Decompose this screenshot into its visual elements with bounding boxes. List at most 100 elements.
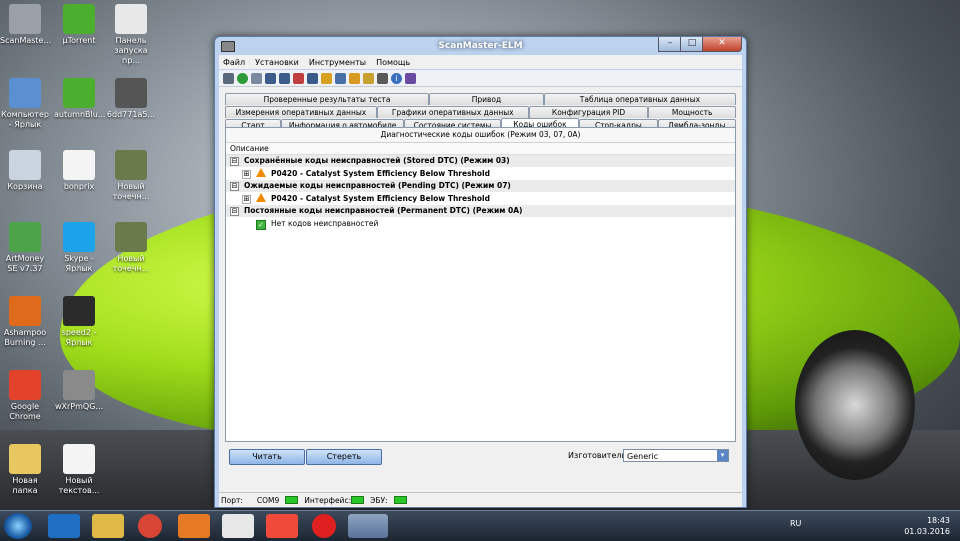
close-button[interactable]: ✕: [702, 37, 742, 52]
group-permanent-dtc[interactable]: ⊟ Постоянные коды неисправностей (Permane…: [226, 205, 735, 218]
tab-live-data-graphs[interactable]: Графики оперативных данных: [376, 106, 529, 118]
document-icon[interactable]: [251, 72, 262, 84]
tab-live-data-measurements[interactable]: Измерения оперативных данных: [225, 106, 377, 118]
desktop-icon[interactable]: Новый точечн...: [106, 150, 156, 202]
desktop-icon[interactable]: ArtMoney SE v7.37: [0, 222, 50, 274]
no-codes-text: Нет кодов неисправностей: [271, 219, 379, 228]
desktop-icon-label: Skype - Ярлык: [64, 254, 94, 273]
chart-icon[interactable]: [293, 72, 304, 84]
desktop-icon[interactable]: µTorrent: [54, 4, 104, 46]
desktop-icon[interactable]: bonprix: [54, 150, 104, 192]
toolbar: i: [219, 70, 742, 87]
desktop-icon[interactable]: Новая папка: [0, 444, 50, 496]
desktop-icon[interactable]: Корзина: [0, 150, 50, 192]
desktop-icon[interactable]: wXrPmQG...: [54, 370, 104, 412]
desktop-icon-label: Google Chrome: [9, 402, 41, 421]
status-bar: Порт: COM9 Интерфейс: ЭБУ:: [219, 492, 742, 507]
port-led: [285, 496, 299, 504]
desktop-icon-image: [9, 444, 41, 474]
monitor-icon[interactable]: [335, 72, 346, 84]
desktop-icon[interactable]: Skype - Ярлык: [54, 222, 104, 274]
yandex-browser-taskbar-icon[interactable]: [312, 514, 336, 538]
desktop-icon-image: [63, 4, 95, 34]
port-value: COM9: [256, 495, 280, 505]
launcher-taskbar-icon[interactable]: [222, 514, 254, 538]
group-stored-dtc[interactable]: ⊟ Сохранённые коды неисправностей (Stored…: [226, 155, 735, 168]
ie-taskbar-icon[interactable]: [48, 514, 80, 538]
desktop-icon-label: bonprix: [63, 182, 95, 191]
desktop-icon-label: Панель запуска пр...: [114, 36, 148, 65]
column-description[interactable]: Описание: [226, 143, 735, 155]
exit-icon[interactable]: [405, 72, 416, 84]
desktop-icon-image: [9, 4, 41, 34]
freeze-frame-icon[interactable]: [321, 72, 332, 84]
desktop-icon-image: [9, 150, 41, 180]
desktop-icon[interactable]: Новый точечн...: [106, 222, 156, 274]
dtc-panel: Диагностические коды ошибок (Режим 03, 0…: [225, 127, 736, 442]
dtc-item[interactable]: ⊞ P0420 - Catalyst System Efficiency Belo…: [226, 193, 735, 205]
tab-live-data-table[interactable]: Таблица оперативных данных: [543, 93, 736, 105]
group-pending-dtc[interactable]: ⊟ Ожидаемые коды неисправностей (Pending …: [226, 180, 735, 193]
clock[interactable]: 18:43 01.03.2016: [904, 515, 950, 537]
connect-icon[interactable]: [223, 72, 234, 84]
collapse-icon[interactable]: ⊟: [230, 157, 239, 166]
title-bar[interactable]: ScanMaster-ELM – □ ✕: [215, 37, 746, 55]
read-button[interactable]: Читать: [229, 449, 305, 465]
expand-icon[interactable]: ⊞: [242, 170, 251, 179]
port-label: Порт:: [221, 495, 243, 505]
settings-icon[interactable]: [377, 72, 388, 84]
desktop-icon-image: [63, 78, 95, 108]
explorer-taskbar-icon[interactable]: [92, 514, 124, 538]
desktop-icon[interactable]: autumnBlu...: [54, 78, 105, 120]
desktop-icon[interactable]: Ashampoo Burning ...: [0, 296, 50, 348]
desktop-icon[interactable]: ScanMaste...: [0, 4, 52, 46]
tab-test-results[interactable]: Проверенные результаты теста: [225, 93, 429, 105]
media-player-taskbar-icon[interactable]: [178, 514, 210, 538]
gauge-icon[interactable]: [307, 72, 318, 84]
start-button[interactable]: [4, 513, 32, 539]
table-icon[interactable]: [279, 72, 290, 84]
desktop-icon[interactable]: 6dd771a5...: [106, 78, 156, 120]
menu-settings[interactable]: Установки: [255, 58, 299, 67]
desktop-icon-label: 6dd771a5...: [106, 110, 156, 119]
grid-icon[interactable]: [265, 72, 276, 84]
desktop-icon-label: Корзина: [7, 182, 43, 191]
yandex-taskbar-icon[interactable]: [266, 514, 298, 538]
chevron-down-icon[interactable]: ▾: [717, 450, 728, 461]
expand-icon[interactable]: ⊞: [242, 195, 251, 204]
tab-power[interactable]: Мощность: [648, 106, 736, 118]
desktop-icon[interactable]: speed2 - Ярлык: [54, 296, 104, 348]
collapse-icon[interactable]: ⊟: [230, 182, 239, 191]
scanmaster-window: ScanMaster-ELM – □ ✕ Файл Установки Инст…: [214, 36, 747, 508]
chrome-taskbar-icon[interactable]: [138, 514, 162, 538]
tab-pid-config[interactable]: Конфигурация PID: [528, 106, 649, 118]
menu-tools[interactable]: Инструменты: [309, 58, 366, 67]
dtc-item[interactable]: ⊞ P0420 - Catalyst System Efficiency Belo…: [226, 168, 735, 180]
menu-help[interactable]: Помощь: [376, 58, 410, 67]
desktop-icon-image: [63, 444, 95, 474]
sensor-icon[interactable]: [349, 72, 360, 84]
battery-icon[interactable]: [363, 72, 374, 84]
tab-drive[interactable]: Привод: [429, 93, 544, 105]
desktop-icon-image: [115, 4, 147, 34]
language-indicator[interactable]: RU: [790, 519, 801, 528]
dtc-text: P0420 - Catalyst System Efficiency Below…: [271, 194, 490, 203]
collapse-icon[interactable]: ⊟: [230, 207, 239, 216]
desktop-icon-label: Компьютер - Ярлык: [1, 110, 49, 129]
globe-icon[interactable]: [237, 72, 248, 84]
minimize-button[interactable]: –: [658, 37, 682, 52]
maximize-button[interactable]: □: [680, 37, 704, 52]
manufacturer-select[interactable]: Generic ▾: [623, 449, 729, 462]
scanmaster-taskbar-icon[interactable]: [348, 514, 388, 538]
clear-button[interactable]: Стереть: [306, 449, 382, 465]
desktop-icon[interactable]: Компьютер - Ярлык: [0, 78, 50, 130]
desktop-icon-image: [9, 78, 41, 108]
desktop-icon[interactable]: Панель запуска пр...: [106, 4, 156, 66]
desktop-icon-label: ScanMaste...: [0, 36, 52, 45]
warning-icon: [256, 168, 266, 177]
ecu-led: [393, 496, 407, 504]
desktop-icon[interactable]: Новый текстов...: [54, 444, 104, 496]
desktop-icon[interactable]: Google Chrome: [0, 370, 50, 422]
info-icon[interactable]: i: [391, 72, 402, 84]
menu-file[interactable]: Файл: [223, 58, 245, 67]
